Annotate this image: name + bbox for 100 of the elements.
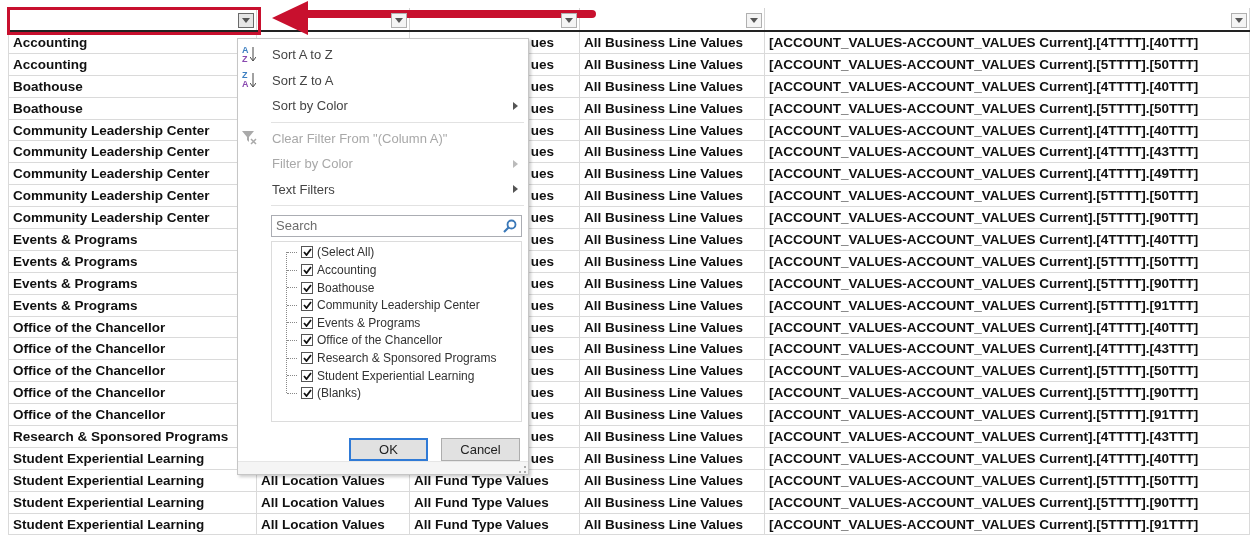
filter-dropdown-button[interactable] — [746, 13, 762, 28]
table-cell: [ACCOUNT_VALUES-ACCOUNT_VALUES Current].[5TTTT].[90TTT] — [769, 275, 1199, 291]
table-cell: All Business Line Values — [584, 210, 744, 226]
value-label: Community Leadership Center — [317, 298, 480, 313]
table-cell: ues — [530, 385, 554, 401]
checkbox[interactable] — [301, 352, 313, 365]
filter-dropdown-button[interactable] — [561, 13, 577, 28]
table-cell: ues — [530, 297, 554, 313]
table-cell: Events & Programs — [13, 297, 138, 313]
table-cell: ues — [530, 144, 554, 160]
table-cell: All Business Line Values — [584, 56, 744, 72]
dialog-button[interactable]: Cancel — [441, 438, 520, 462]
table-cell: All Business Line Values — [584, 122, 744, 138]
table-cell: All Location Values — [261, 472, 385, 488]
table-cell: Events & Programs — [13, 231, 138, 247]
checkbox[interactable] — [301, 264, 313, 277]
checkbox[interactable] — [301, 369, 313, 382]
table-cell: [ACCOUNT_VALUES-ACCOUNT_VALUES Current].[5TTTT].[50TTT] — [769, 56, 1199, 72]
table-cell: All Business Line Values — [584, 253, 744, 269]
table-cell: ues — [530, 275, 554, 291]
table-cell: All Location Values — [261, 494, 385, 510]
submenu-arrow-icon — [513, 159, 518, 168]
value-label: (Blanks) — [317, 386, 361, 401]
value-label: Accounting — [317, 263, 377, 278]
table-cell: Office of the Chancellor — [13, 385, 166, 401]
filter-dropdown-button[interactable] — [1231, 13, 1247, 28]
table-cell: All Business Line Values — [584, 231, 744, 247]
table-cell: All Business Line Values — [584, 341, 744, 357]
table-cell: All Business Line Values — [584, 428, 744, 444]
caret-icon — [242, 18, 250, 23]
table-cell: All Business Line Values — [584, 297, 744, 313]
search-icon — [503, 218, 517, 233]
table-cell: Accounting — [13, 56, 88, 72]
table-cell: Research & Sponsored Programs — [13, 428, 229, 444]
value-label: Boathouse — [317, 280, 375, 295]
submenu-arrow-icon — [513, 101, 518, 110]
table-cell: [ACCOUNT_VALUES-ACCOUNT_VALUES Current].[4TTTT].[43TTT] — [769, 144, 1199, 160]
table-cell: All Business Line Values — [584, 472, 744, 488]
checkbox[interactable] — [301, 316, 313, 329]
clear-filter-icon — [242, 131, 258, 146]
table-cell: Community Leadership Center — [13, 188, 210, 204]
value-label: Office of the Chancellor — [317, 333, 443, 348]
table-cell: All Fund Type Values — [414, 494, 549, 510]
table-cell: ues — [530, 407, 554, 423]
table-cell: ues — [530, 34, 554, 50]
table-cell: ues — [530, 253, 554, 269]
table-cell: [ACCOUNT_VALUES-ACCOUNT_VALUES Current].[4TTTT].[40TTT] — [769, 450, 1199, 466]
checkbox[interactable] — [301, 334, 313, 347]
dialog-button[interactable]: OK — [349, 438, 428, 462]
filter-dropdown-button[interactable] — [238, 13, 254, 28]
table-cell: All Business Line Values — [584, 78, 744, 94]
table-cell: ues — [530, 231, 554, 247]
table-cell: All Business Line Values — [584, 275, 744, 291]
table-cell: Office of the Chancellor — [13, 341, 166, 357]
table-cell: Events & Programs — [13, 253, 138, 269]
caret-icon — [395, 18, 403, 23]
checkbox[interactable] — [301, 281, 313, 294]
table-cell: Community Leadership Center — [13, 166, 210, 182]
table-cell: [ACCOUNT_VALUES-ACCOUNT_VALUES Current].[5TTTT].[50TTT] — [769, 100, 1199, 116]
table-cell: All Business Line Values — [584, 450, 744, 466]
table-cell: ues — [530, 122, 554, 138]
menu-item[interactable]: Text Filters — [238, 176, 528, 203]
table-cell: ues — [530, 56, 554, 72]
table-cell: [ACCOUNT_VALUES-ACCOUNT_VALUES Current].[5TTTT].[50TTT] — [769, 253, 1199, 269]
table-cell: Student Experiential Learning — [13, 472, 205, 488]
table-cell: All Business Line Values — [584, 363, 744, 379]
filter-dropdown-button[interactable] — [391, 13, 407, 28]
table-cell: All Business Line Values — [584, 166, 744, 182]
table-cell: Office of the Chancellor — [13, 407, 166, 423]
value-label: (Select All) — [317, 245, 375, 260]
table-cell: [ACCOUNT_VALUES-ACCOUNT_VALUES Current].[4TTTT].[49TTT] — [769, 166, 1199, 182]
checkbox[interactable] — [301, 299, 313, 312]
table-cell: Accounting — [13, 34, 88, 50]
table-cell: [ACCOUNT_VALUES-ACCOUNT_VALUES Current].[4TTTT].[40TTT] — [769, 78, 1199, 94]
menu-item[interactable]: A Z Sort A to Z — [238, 42, 528, 68]
table-cell: [ACCOUNT_VALUES-ACCOUNT_VALUES Current].[5TTTT].[91TTT] — [769, 407, 1199, 423]
menu-item[interactable]: Z A Sort Z to A — [238, 67, 528, 94]
submenu-arrow-icon — [513, 185, 518, 194]
table-cell: All Business Line Values — [584, 319, 744, 335]
table-cell: [ACCOUNT_VALUES-ACCOUNT_VALUES Current].[5TTTT].[90TTT] — [769, 494, 1199, 510]
table-cell: Student Experiential Learning — [13, 450, 205, 466]
table-cell: Office of the Chancellor — [13, 363, 166, 379]
table-cell: All Business Line Values — [584, 407, 744, 423]
table-cell: [ACCOUNT_VALUES-ACCOUNT_VALUES Current].[4TTTT].[43TTT] — [769, 341, 1199, 357]
table-cell: Boathouse — [13, 100, 83, 116]
table-cell: Community Leadership Center — [13, 210, 210, 226]
caret-icon — [1235, 18, 1243, 23]
checkbox[interactable] — [301, 387, 313, 400]
resize-grip-icon[interactable] — [519, 466, 526, 474]
table-cell: ues — [530, 319, 554, 335]
table-cell: [ACCOUNT_VALUES-ACCOUNT_VALUES Current].[5TTTT].[91TTT] — [769, 516, 1199, 532]
menu-item[interactable]: Sort by Color — [238, 93, 528, 119]
table-cell: Community Leadership Center — [13, 144, 210, 160]
checkbox[interactable] — [301, 246, 313, 259]
caret-icon — [750, 18, 758, 23]
table-cell: Boathouse — [13, 78, 83, 94]
search-box[interactable]: Search — [271, 215, 522, 237]
table-cell: All Business Line Values — [584, 144, 744, 160]
table-cell: All Business Line Values — [584, 34, 744, 50]
table-cell: All Fund Type Values — [414, 472, 549, 488]
